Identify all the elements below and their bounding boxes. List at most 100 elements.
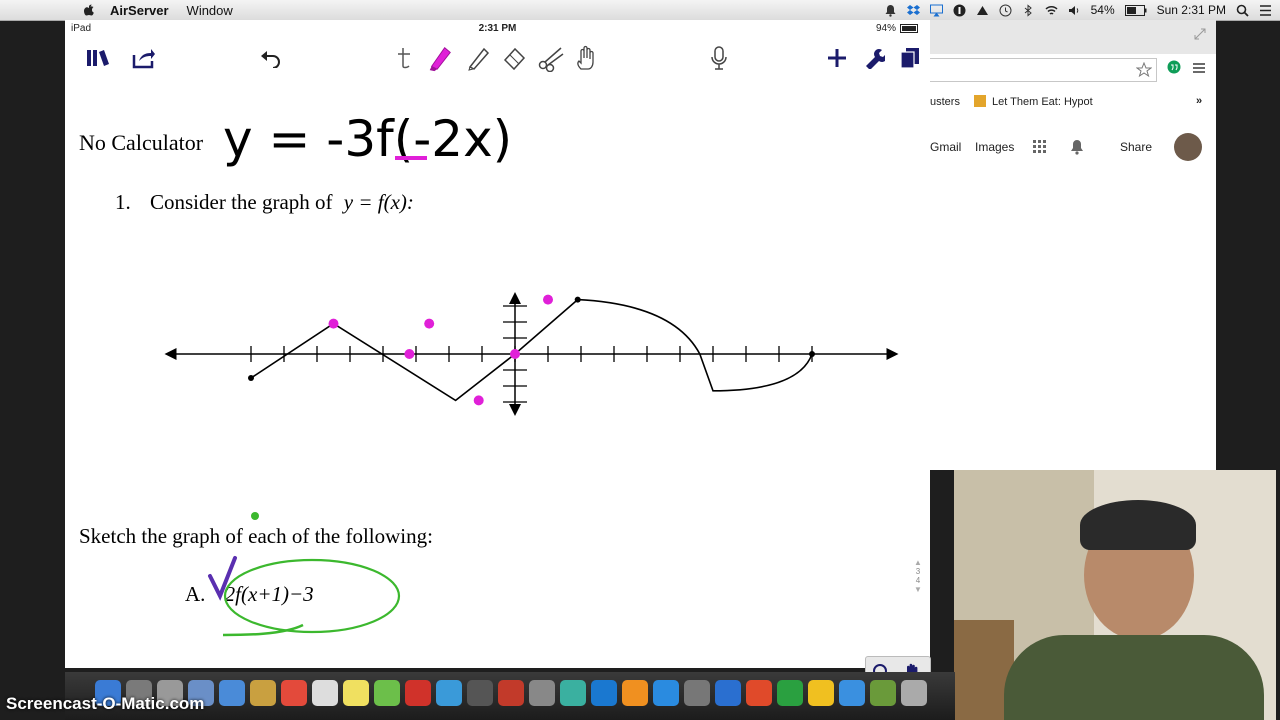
green-circle <box>223 558 401 634</box>
endpoint-dot <box>809 351 815 357</box>
webcam-person-shirt <box>1004 635 1264 720</box>
pages-button[interactable] <box>896 44 924 72</box>
dock-app-icon[interactable] <box>529 680 555 706</box>
spotlight-search-icon[interactable] <box>1236 4 1249 17</box>
hand-tool-button[interactable] <box>573 44 601 72</box>
eraser-button[interactable] <box>501 44 529 72</box>
screencast-watermark: Screencast-O-Matic.com <box>6 694 205 713</box>
battery-icon[interactable] <box>1124 4 1147 16</box>
annotation-dot <box>473 395 484 406</box>
series-line <box>250 298 579 402</box>
add-button[interactable] <box>823 44 851 72</box>
dock-app-icon[interactable] <box>250 680 276 706</box>
x-axis-arrow-left <box>164 348 177 360</box>
dock-app-icon[interactable] <box>467 680 493 706</box>
bookmark-item[interactable]: Let Them Eat: Hypot <box>992 96 1093 108</box>
bookmarks-overflow[interactable]: » <box>1196 95 1202 107</box>
images-link[interactable]: Images <box>975 140 1014 154</box>
dock-app-icon[interactable] <box>870 680 896 706</box>
chrome-menu-icon[interactable] <box>1192 61 1206 75</box>
dock-app-icon[interactable] <box>312 680 338 706</box>
apple-icon[interactable] <box>82 3 96 17</box>
share-icon <box>132 49 155 69</box>
worksheet-page[interactable]: No Calculator y = -3f(-2x)+1 1. Consider… <box>65 80 931 690</box>
dock-app-icon[interactable] <box>591 680 617 706</box>
dock-app-icon[interactable] <box>405 680 431 706</box>
menu-window[interactable]: Window <box>187 3 233 18</box>
chrome-address-bar[interactable] <box>930 58 1157 82</box>
dock-app-icon[interactable] <box>374 680 400 706</box>
x-axis-arrow-right <box>886 348 899 360</box>
dock-app-icon[interactable] <box>560 680 586 706</box>
shield-icon[interactable] <box>953 4 966 17</box>
dock-app-icon[interactable] <box>622 680 648 706</box>
bookmark-item[interactable]: usters <box>930 96 960 108</box>
google-bar: Gmail Images Share <box>930 132 1216 162</box>
webcam-overlay <box>954 470 1276 720</box>
endpoint-dot <box>248 375 254 381</box>
mac-menu-bar: AirServer Window 54% Sun 2:31 PM <box>0 0 1280 21</box>
wifi-icon[interactable] <box>1045 4 1058 17</box>
dock-app-icon[interactable] <box>281 680 307 706</box>
share-link[interactable]: Share <box>1120 140 1152 154</box>
dock-app-icon[interactable] <box>808 680 834 706</box>
status-icon[interactable] <box>976 4 989 17</box>
y-axis-arrow-up <box>509 292 521 304</box>
notification-center-icon[interactable] <box>1259 4 1272 17</box>
page-scroll-indicator[interactable]: ▲ 3 4 ▼ <box>909 558 927 594</box>
text-tool-icon <box>398 48 410 69</box>
dropbox-icon[interactable] <box>906 4 920 17</box>
eraser-icon <box>503 47 526 71</box>
dock-app-icon[interactable] <box>746 680 772 706</box>
avatar[interactable] <box>1174 133 1202 161</box>
dock-app-icon[interactable] <box>653 680 679 706</box>
pen-icon <box>468 47 490 71</box>
microphone-button[interactable] <box>705 44 733 72</box>
annotation-dot <box>510 349 520 359</box>
dock-app-icon[interactable] <box>219 680 245 706</box>
dock-app-icon[interactable] <box>436 680 462 706</box>
plus-icon <box>828 49 846 67</box>
bookmark-star-icon[interactable] <box>1136 62 1152 78</box>
library-button[interactable] <box>85 44 113 72</box>
undo-button[interactable] <box>257 44 285 72</box>
app-toolbar <box>65 38 930 78</box>
battery-percentage[interactable]: 54% <box>1091 3 1115 17</box>
bluetooth-icon[interactable] <box>1022 3 1035 17</box>
y-axis-arrow-down <box>509 404 521 416</box>
scroll-up-arrow-icon[interactable]: ▲ <box>909 558 927 567</box>
notifications-bell-icon[interactable] <box>1070 139 1084 155</box>
settings-button[interactable] <box>860 44 888 72</box>
series-line <box>577 298 813 392</box>
purple-checkmark <box>208 556 237 601</box>
notification-bell-icon[interactable] <box>884 4 897 17</box>
dock-app-icon[interactable] <box>715 680 741 706</box>
time-machine-icon[interactable] <box>999 4 1012 17</box>
dock-app-icon[interactable] <box>777 680 803 706</box>
ipad-status-bar: iPad 2:31 PM 94% <box>65 20 930 38</box>
gmail-link[interactable]: Gmail <box>930 140 961 154</box>
annotation-dot <box>424 318 435 329</box>
share-button[interactable] <box>130 44 158 72</box>
airplay-icon[interactable] <box>929 4 943 17</box>
pen-button[interactable] <box>465 44 493 72</box>
scissors-button[interactable] <box>537 44 565 72</box>
dock-app-icon[interactable] <box>839 680 865 706</box>
chrome-tab-strip[interactable] <box>930 20 1216 54</box>
dock-app-icon[interactable] <box>901 680 927 706</box>
finger-icon <box>577 45 594 70</box>
text-tool-button[interactable] <box>390 44 418 72</box>
menu-clock[interactable]: Sun 2:31 PM <box>1157 3 1226 17</box>
fullscreen-icon[interactable] <box>1194 28 1206 40</box>
bookmark-favicon-icon <box>974 95 986 107</box>
scroll-down-arrow-icon[interactable]: ▼ <box>909 585 927 594</box>
apps-grid-icon[interactable] <box>1033 140 1047 154</box>
hangouts-icon[interactable] <box>1166 60 1182 76</box>
menu-app-name[interactable]: AirServer <box>110 3 169 18</box>
dock-app-icon[interactable] <box>498 680 524 706</box>
volume-icon[interactable] <box>1068 4 1081 17</box>
highlighter-button[interactable] <box>426 44 454 72</box>
undo-icon <box>261 51 280 68</box>
dock-app-icon[interactable] <box>343 680 369 706</box>
dock-app-icon[interactable] <box>684 680 710 706</box>
